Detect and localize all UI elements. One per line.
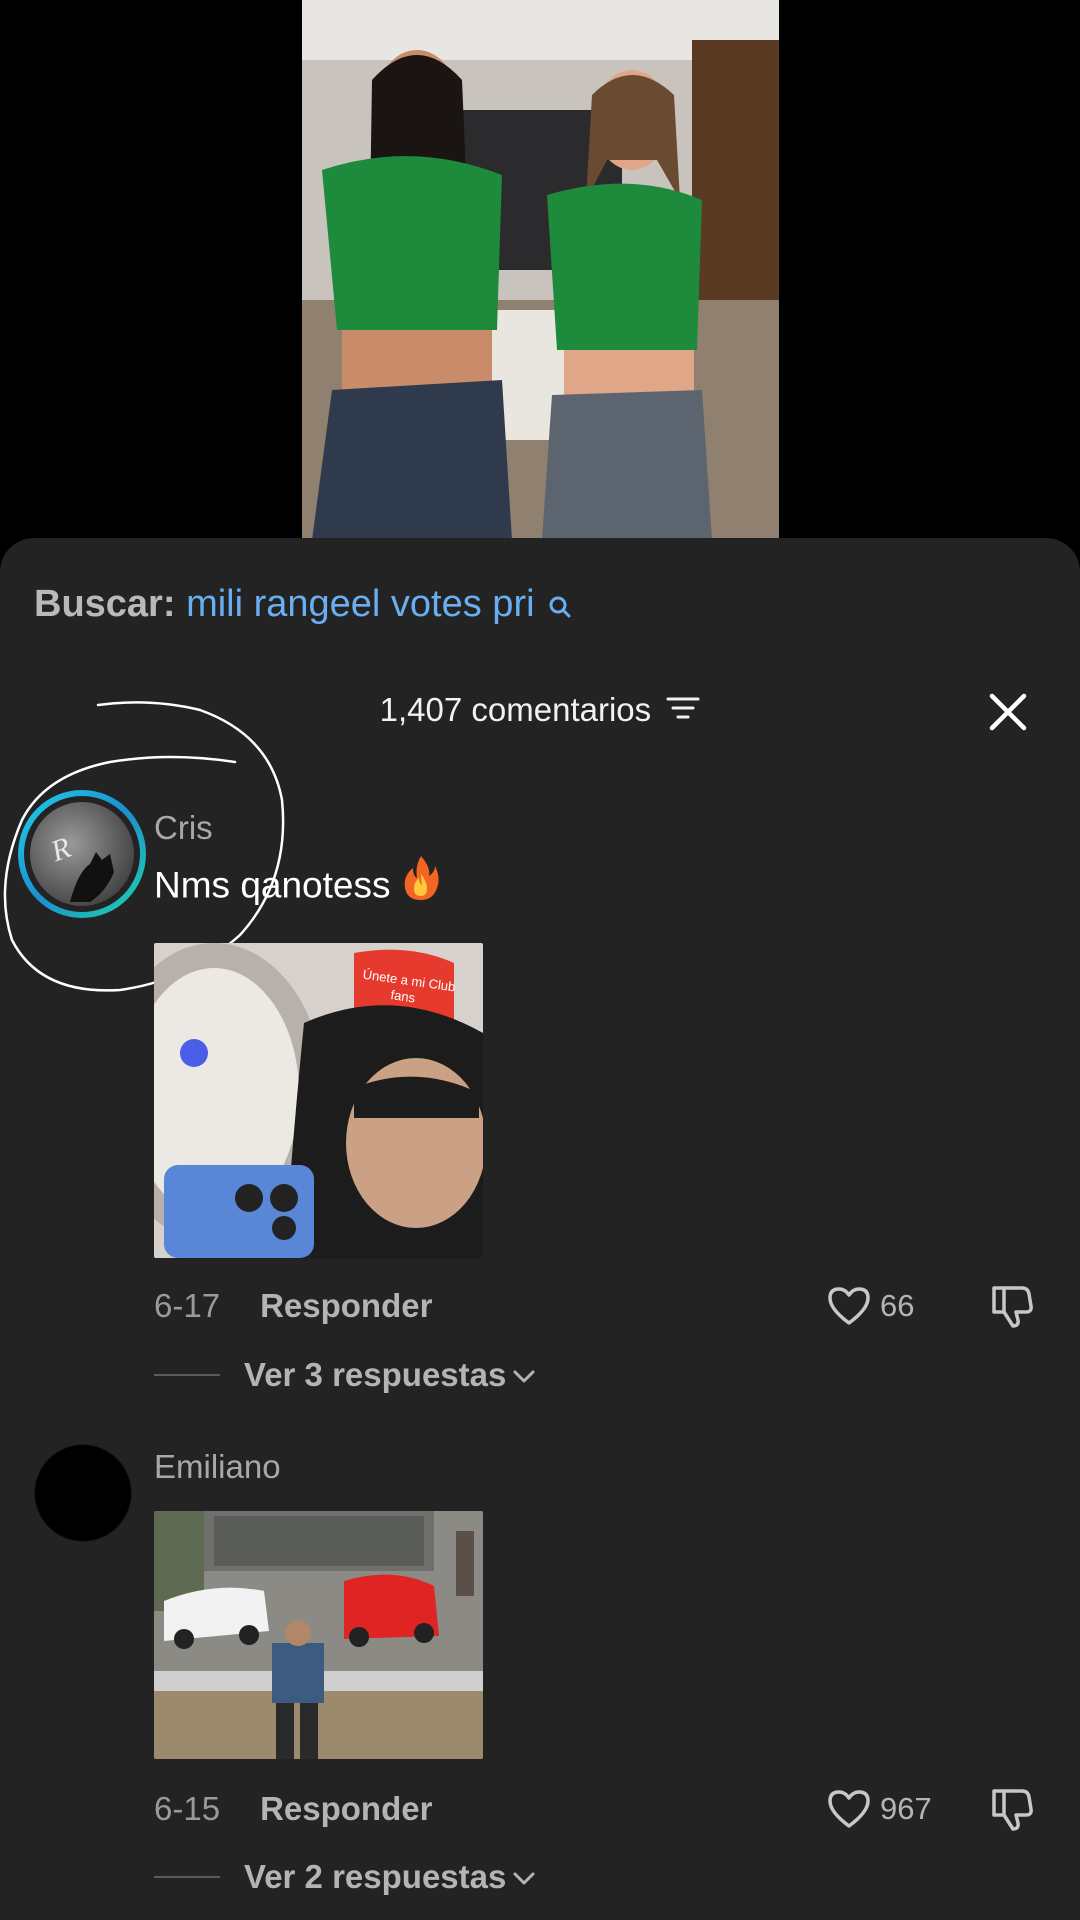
- avatar-image: R: [30, 802, 134, 906]
- dislike-button[interactable]: [988, 1785, 1036, 1833]
- video-frame[interactable]: [302, 0, 779, 540]
- search-query-link[interactable]: mili rangeel votes pri: [186, 583, 534, 625]
- heart-icon: [828, 1287, 870, 1325]
- replies-divider: [154, 1374, 220, 1376]
- search-suggestion[interactable]: Buscar: mili rangeel votes pri: [34, 580, 573, 632]
- search-prefix-label: Buscar:: [34, 583, 176, 625]
- like-button[interactable]: 967: [826, 1787, 932, 1831]
- view-replies-button[interactable]: Ver 3 respuestas: [154, 1356, 536, 1394]
- comment-date: 6-17: [154, 1287, 221, 1324]
- comment-date: 6-15: [154, 1790, 221, 1827]
- comment-body: Nms qanotess: [154, 864, 391, 906]
- like-count: 66: [880, 1288, 915, 1323]
- comment-sticker[interactable]: Únete a mi Club fans: [154, 943, 483, 1258]
- like-count: 967: [880, 1791, 932, 1826]
- comment-meta: 6-17 Responder: [154, 1286, 432, 1326]
- sticker-image: Únete a mi Club fans: [154, 943, 483, 1258]
- comment-sticker[interactable]: [154, 1511, 483, 1759]
- comment-text: Nms qanotess: [154, 856, 441, 913]
- video-player[interactable]: [0, 0, 1080, 545]
- comment-username[interactable]: Emiliano: [154, 1447, 281, 1487]
- reply-button[interactable]: Responder: [260, 1287, 432, 1324]
- chevron-down-icon: [513, 1872, 535, 1885]
- avatar-emiliano[interactable]: [34, 1444, 132, 1542]
- replies-divider: [154, 1876, 220, 1878]
- thumbs-down-icon: [992, 1789, 1033, 1831]
- chevron-down-icon: [513, 1370, 535, 1383]
- video-thumbnail: [302, 0, 779, 540]
- filter-icon[interactable]: [666, 688, 700, 732]
- view-replies-label: Ver 2 respuestas: [244, 1858, 507, 1895]
- heart-icon: [828, 1790, 870, 1828]
- avatar-cris[interactable]: R: [18, 790, 146, 918]
- comment-meta: 6-15 Responder: [154, 1789, 432, 1829]
- close-icon: [989, 693, 1027, 731]
- sticker-image: [154, 1511, 483, 1759]
- comments-count-header: 1,407 comentarios: [0, 688, 1080, 732]
- fire-emoji-icon: [401, 854, 441, 913]
- svg-text:R: R: [46, 831, 75, 869]
- reply-button[interactable]: Responder: [260, 1790, 432, 1827]
- view-replies-button[interactable]: Ver 2 respuestas: [154, 1858, 536, 1896]
- dislike-button[interactable]: [988, 1282, 1036, 1330]
- like-button[interactable]: 66: [826, 1284, 914, 1328]
- thumbs-down-icon: [992, 1286, 1033, 1328]
- comment-username[interactable]: Cris: [154, 808, 213, 848]
- view-replies-label: Ver 3 respuestas: [244, 1356, 507, 1393]
- comments-count-label: 1,407 comentarios: [379, 691, 652, 728]
- search-icon[interactable]: [547, 584, 573, 632]
- close-button[interactable]: [986, 690, 1030, 734]
